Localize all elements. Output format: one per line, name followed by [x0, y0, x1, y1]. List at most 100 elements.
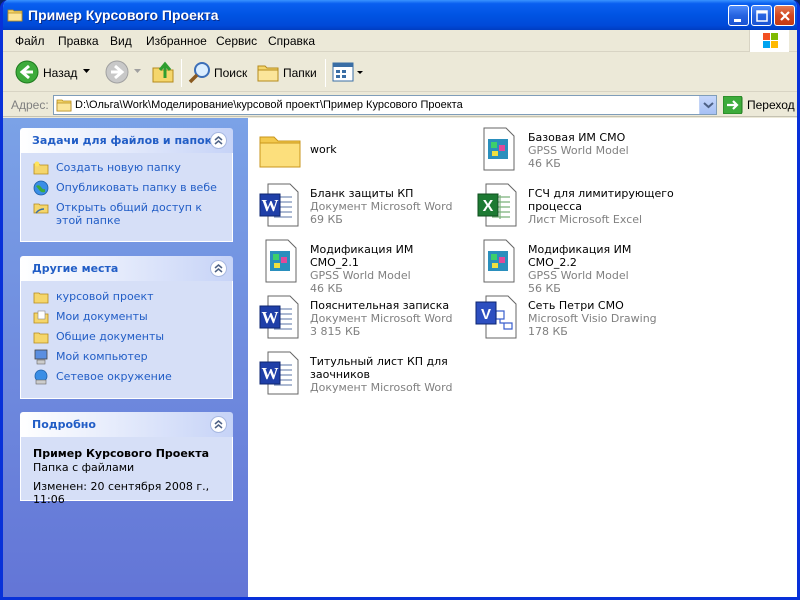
views-icon [332, 62, 363, 82]
place-network[interactable]: Сетевое окружение [33, 369, 222, 385]
collapse-button[interactable] [210, 132, 227, 149]
folders-icon [257, 65, 279, 82]
folders-button[interactable]: Папки [254, 56, 324, 88]
up-folder-button[interactable] [149, 58, 177, 88]
svg-text:W: W [262, 308, 279, 327]
details-type: Папка с файлами [33, 461, 135, 474]
new-folder-icon [33, 161, 49, 175]
chevron-down-icon[interactable] [134, 69, 142, 75]
my-documents-icon [33, 310, 49, 324]
collapse-button[interactable] [210, 416, 227, 433]
file-list[interactable]: work Базовая ИМ СМО GPSS World Model 46 … [248, 118, 797, 597]
details-modified: Изменен: 20 сентября 2008 г., 11:06 [33, 480, 210, 506]
panel-title: Другие места [32, 262, 119, 275]
chevron-down-icon [703, 102, 714, 109]
title-bar[interactable]: Пример Курсового Проекта [3, 0, 797, 30]
file-name: Сеть Петри СМО [528, 299, 624, 312]
place-parent-folder[interactable]: курсовой проект [33, 290, 222, 304]
file-item[interactable]: work [252, 123, 467, 175]
folder-icon [56, 99, 72, 112]
file-item[interactable]: W Пояснительная записка Документ Microso… [252, 291, 467, 343]
search-label: Поиск [214, 66, 248, 80]
views-button[interactable] [331, 61, 367, 85]
close-button[interactable] [774, 5, 795, 26]
address-label: Адрес: [11, 98, 49, 112]
search-button[interactable]: Поиск [186, 56, 250, 88]
gpss-model-icon [483, 239, 515, 283]
menu-view[interactable]: Вид [110, 34, 132, 48]
maximize-icon [756, 10, 768, 22]
file-item[interactable]: Модификация ИМ СМО_2.2 GPSS World Model … [470, 235, 685, 295]
place-my-documents[interactable]: Мои документы [33, 310, 222, 324]
file-name: Бланк защиты КП [310, 187, 414, 200]
chevron-up-double-icon [214, 136, 223, 145]
forward-button[interactable] [101, 56, 146, 88]
file-type: GPSS World Model [310, 269, 411, 282]
file-type: Документ Microsoft Word [310, 312, 453, 325]
gpss-model-icon [265, 239, 297, 283]
windows-logo [749, 30, 789, 52]
go-arrow-icon[interactable] [723, 96, 743, 114]
back-button[interactable]: Назад [11, 56, 96, 88]
file-type: GPSS World Model [528, 269, 629, 282]
folder-icon [33, 292, 49, 304]
collapse-button[interactable] [210, 260, 227, 277]
network-icon [34, 369, 48, 385]
chevron-up-double-icon [214, 420, 223, 429]
visio-drawing-icon: V [475, 295, 517, 339]
file-item[interactable]: Базовая ИМ СМО GPSS World Model 46 КБ [470, 123, 685, 175]
menu-favorites[interactable]: Избранное [146, 34, 207, 48]
file-item[interactable]: V Сеть Петри СМО Microsoft Visio Drawing… [470, 291, 685, 343]
file-type: Документ Microsoft Word [310, 381, 453, 394]
file-type: Microsoft Visio Drawing [528, 312, 657, 325]
folder-up-icon [152, 61, 174, 83]
file-item[interactable]: X ГСЧ для лимитирующего процесса Лист Mi… [470, 179, 685, 231]
file-item[interactable]: W Титульный лист КП для заочников Докуме… [252, 347, 467, 399]
panel-body: курсовой проект Мои документы Общие доку… [20, 281, 233, 399]
task-publish-web[interactable]: Опубликовать папку в вебе [33, 180, 222, 196]
menu-edit[interactable]: Правка [58, 34, 99, 48]
menu-file[interactable]: Файл [15, 34, 45, 48]
file-item[interactable]: W Бланк защиты КП Документ Microsoft Wor… [252, 179, 467, 231]
menu-bar: Файл Правка Вид Избранное Сервис Справка [3, 30, 797, 52]
folder-icon [7, 9, 23, 22]
chevron-down-icon[interactable] [83, 69, 91, 75]
chevron-up-double-icon [214, 264, 223, 273]
maximize-button[interactable] [751, 5, 772, 26]
word-document-icon: W [259, 295, 299, 339]
file-item[interactable]: Модификация ИМ СМО_2.1 GPSS World Model … [252, 235, 467, 295]
place-shared-documents[interactable]: Общие документы [33, 330, 222, 344]
address-bar: Адрес: D:\Ольга\Work\Моделирование\курсо… [3, 93, 797, 117]
menu-tools[interactable]: Сервис [216, 34, 257, 48]
file-size: 46 КБ [528, 157, 561, 170]
task-new-folder[interactable]: Создать новую папку [33, 161, 222, 175]
panel-header[interactable]: Задачи для файлов и папок [20, 128, 233, 153]
minimize-icon [734, 19, 741, 22]
forward-arrow-icon [105, 60, 129, 84]
panel-body: Пример Курсового Проекта Папка с файлами… [20, 437, 233, 506]
go-button[interactable]: Переход [747, 98, 795, 112]
details-panel: Подробно Пример Курсового Проекта Папка … [20, 412, 233, 506]
file-type: Лист Microsoft Excel [528, 213, 643, 226]
panel-header[interactable]: Другие места [20, 256, 233, 281]
word-document-icon: W [259, 351, 299, 395]
file-name: Пояснительная записка [310, 299, 450, 312]
excel-sheet-icon: X [477, 183, 517, 227]
file-type: Документ Microsoft Word [310, 200, 453, 213]
address-dropdown[interactable] [699, 96, 716, 114]
menu-help[interactable]: Справка [268, 34, 315, 48]
file-name: Титульный лист КП для заочников [310, 355, 448, 381]
task-pane: Задачи для файлов и папок Создать новую … [3, 118, 248, 597]
windows-flag-icon [763, 33, 778, 48]
place-my-computer[interactable]: Мой компьютер [33, 349, 222, 365]
panel-header[interactable]: Подробно [20, 412, 233, 437]
task-share-folder[interactable]: Открыть общий доступ к этой папке [33, 201, 222, 227]
minimize-button[interactable] [728, 5, 749, 26]
gpss-model-icon [483, 127, 515, 171]
toolbar-separator [181, 59, 182, 87]
svg-text:W: W [262, 364, 279, 383]
panel-title: Подробно [32, 418, 96, 431]
other-places-panel: Другие места курсовой проект Мои докумен… [20, 256, 233, 399]
svg-text:X: X [483, 198, 494, 215]
address-field[interactable]: D:\Ольга\Work\Моделирование\курсовой про… [53, 95, 717, 115]
